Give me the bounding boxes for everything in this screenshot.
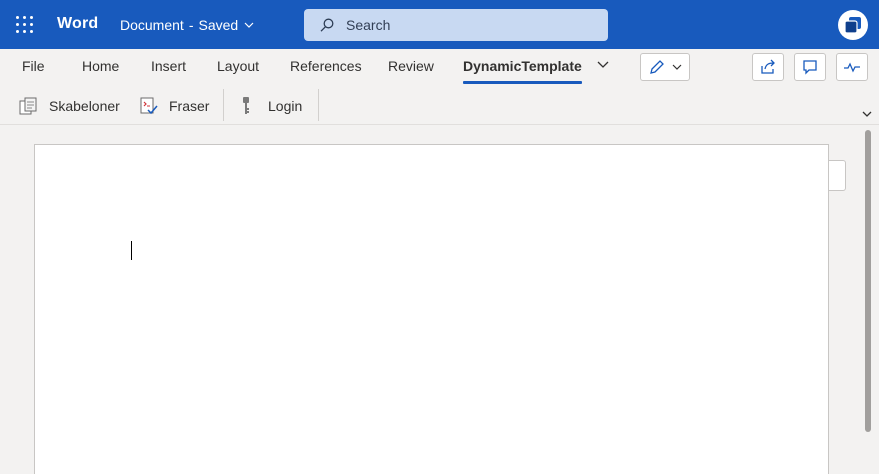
side-pane-toggle[interactable] [829, 160, 846, 191]
chevron-down-icon [862, 111, 872, 117]
document-page[interactable] [34, 144, 829, 474]
save-status: Saved [198, 17, 239, 33]
login-label: Login [268, 98, 303, 114]
title-bar: Word Document - Saved Search [0, 0, 879, 49]
waffle-icon[interactable] [16, 16, 33, 33]
chevron-down-icon [672, 64, 682, 70]
skabeloner-button[interactable]: Skabeloner [19, 93, 120, 119]
skabeloner-label: Skabeloner [49, 98, 120, 114]
activity-icon [844, 62, 860, 73]
tab-layout[interactable]: Layout [217, 58, 259, 74]
collapse-ribbon-button[interactable] [862, 110, 872, 121]
search-placeholder: Search [346, 17, 391, 33]
share-button[interactable] [752, 53, 784, 81]
tab-dynamictemplate[interactable]: DynamicTemplate [463, 58, 582, 84]
app-name[interactable]: Word [57, 15, 98, 33]
text-cursor [131, 241, 132, 260]
ribbon-tabs: File Home Insert Layout References Revie… [0, 49, 879, 85]
tab-file[interactable]: File [22, 58, 45, 74]
document-canvas [0, 126, 879, 474]
tab-home[interactable]: Home [82, 58, 119, 74]
ribbon-divider [223, 89, 224, 121]
templates-icon [19, 97, 39, 115]
tab-insert[interactable]: Insert [151, 58, 186, 74]
chevron-down-icon [597, 61, 609, 68]
fraser-button[interactable]: Fraser [139, 93, 209, 119]
tab-review[interactable]: Review [388, 58, 434, 74]
search-box[interactable]: Search [304, 9, 608, 41]
document-title-button[interactable]: Document - Saved [120, 17, 254, 33]
comment-icon [803, 60, 817, 75]
more-tabs-button[interactable] [597, 58, 609, 72]
tab-references[interactable]: References [290, 58, 362, 74]
comments-button[interactable] [794, 53, 826, 81]
teams-icon [844, 17, 861, 34]
title-separator: - [188, 17, 194, 33]
vertical-scrollbar[interactable] [865, 130, 871, 432]
login-button[interactable]: Login [240, 93, 302, 119]
document-title: Document [120, 17, 184, 33]
search-icon [320, 18, 334, 32]
phrases-icon [139, 97, 159, 115]
share-icon [761, 59, 775, 74]
activity-button[interactable] [836, 53, 868, 81]
chevron-down-icon [244, 20, 254, 31]
ribbon-command-bar: Skabeloner Fraser Login [0, 85, 879, 125]
editing-mode-button[interactable] [640, 53, 690, 81]
account-button[interactable] [838, 10, 868, 40]
pencil-icon [650, 60, 664, 74]
fraser-label: Fraser [169, 98, 210, 114]
ribbon-divider [318, 89, 319, 121]
key-icon [240, 96, 252, 116]
